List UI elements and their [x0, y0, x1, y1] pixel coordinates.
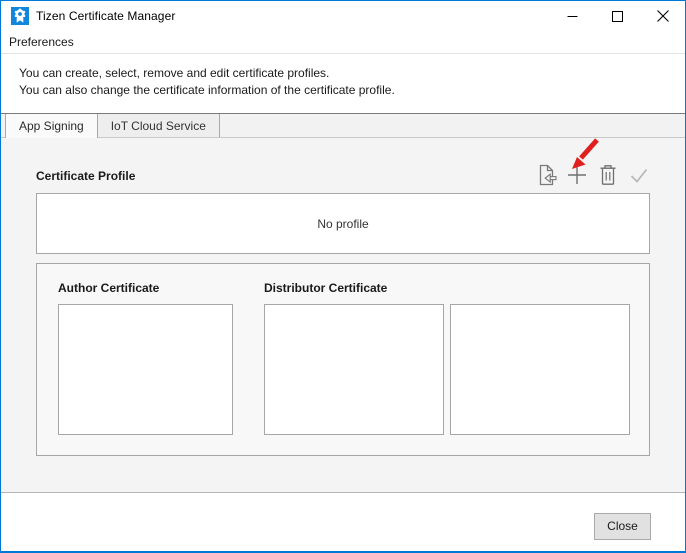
author-certificate-column: Author Certificate: [58, 281, 233, 435]
no-profile-text: No profile: [317, 217, 368, 231]
tab-iot-cloud-service[interactable]: IoT Cloud Service: [98, 114, 220, 137]
add-profile-icon: [566, 164, 588, 186]
close-button[interactable]: Close: [594, 513, 651, 540]
remove-profile-icon: [598, 164, 618, 186]
author-certificate-box: [58, 304, 233, 435]
tab-widget: App Signing IoT Cloud Service Certificat…: [1, 113, 685, 493]
close-icon: [657, 10, 669, 22]
menu-bar: Preferences: [1, 31, 685, 54]
profile-toolbar: [535, 162, 650, 186]
import-profile-button[interactable]: [535, 162, 557, 186]
tab-app-signing[interactable]: App Signing: [5, 114, 98, 138]
window-controls: [550, 1, 685, 31]
menu-item-preferences[interactable]: Preferences: [1, 32, 82, 52]
minimize-button[interactable]: [550, 1, 595, 31]
tab-strip: App Signing IoT Cloud Service: [1, 114, 685, 138]
set-active-profile-icon: [628, 164, 650, 186]
description-line-2: You can also change the certificate info…: [19, 82, 675, 99]
distributor-certificate-box-1: [264, 304, 444, 435]
maximize-button[interactable]: [595, 1, 640, 31]
add-profile-button[interactable]: [566, 162, 588, 186]
remove-profile-button[interactable]: [597, 162, 619, 186]
tizen-certificate-manager-window: Tizen Certificate Manager Preference: [0, 0, 686, 553]
maximize-icon: [612, 11, 623, 22]
set-active-profile-button[interactable]: [628, 162, 650, 186]
import-profile-icon: [536, 164, 557, 186]
certificates-section: Author Certificate Distributor Certifica…: [36, 263, 650, 456]
distributor-certificate-box-2: [450, 304, 630, 435]
minimize-icon: [567, 11, 578, 22]
certificate-profile-header: Certificate Profile: [36, 138, 650, 186]
footer-bar: Close: [1, 493, 685, 552]
description-area: You can create, select, remove and edit …: [1, 54, 685, 113]
description-line-1: You can create, select, remove and edit …: [19, 65, 675, 82]
close-window-button[interactable]: [640, 1, 685, 31]
certificate-profile-title: Certificate Profile: [36, 169, 135, 186]
window-title: Tizen Certificate Manager: [36, 9, 175, 23]
distributor-certificate-label: Distributor Certificate: [264, 281, 630, 295]
app-signing-panel: Certificate Profile: [1, 138, 685, 493]
distributor-certificate-column: Distributor Certificate: [264, 281, 630, 435]
profile-list[interactable]: No profile: [36, 193, 650, 254]
author-certificate-label: Author Certificate: [58, 281, 233, 295]
tizen-logo-icon: [11, 7, 29, 25]
title-bar: Tizen Certificate Manager: [1, 1, 685, 31]
